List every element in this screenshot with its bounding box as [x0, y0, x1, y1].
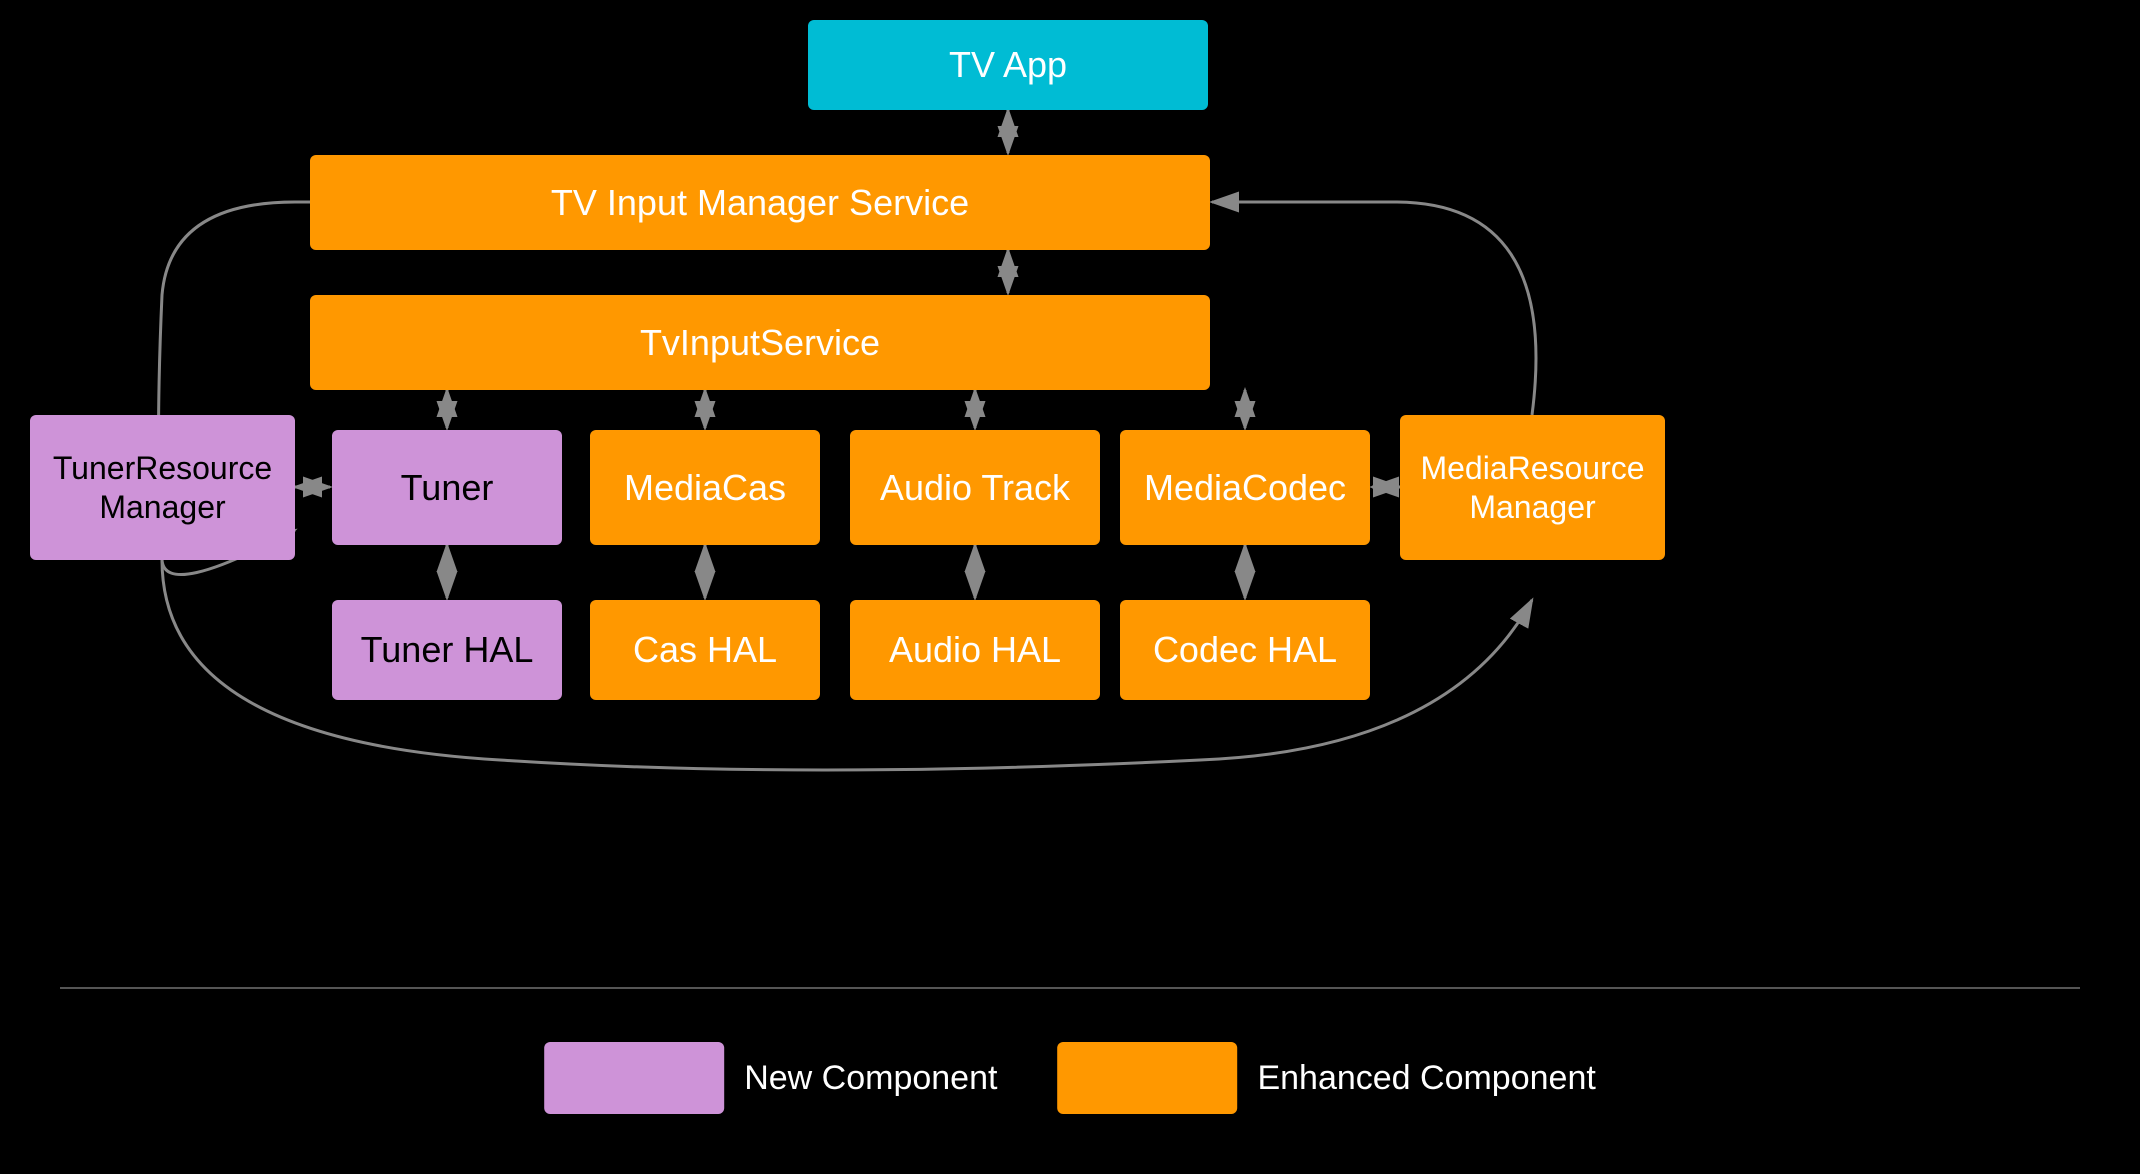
diagram-container: TV App TV Input Manager Service TvInputS… — [0, 0, 2140, 1174]
media-codec-box: MediaCodec — [1120, 430, 1370, 545]
audio-hal-box: Audio HAL — [850, 600, 1100, 700]
codec-hal-box: Codec HAL — [1120, 600, 1370, 700]
tv-input-service-box: TvInputService — [310, 295, 1210, 390]
tuner-resource-manager-box: TunerResourceManager — [30, 415, 295, 560]
legend-enhanced-component-box — [1057, 1042, 1237, 1114]
tuner-box: Tuner — [332, 430, 562, 545]
tuner-hal-box: Tuner HAL — [332, 600, 562, 700]
tv-app-box: TV App — [808, 20, 1208, 110]
divider-line — [60, 987, 2080, 989]
audio-track-box: Audio Track — [850, 430, 1100, 545]
tv-input-manager-box: TV Input Manager Service — [310, 155, 1210, 250]
legend-area: New Component Enhanced Component — [544, 1042, 1596, 1114]
legend-enhanced-component: Enhanced Component — [1057, 1042, 1595, 1114]
cas-hal-box: Cas HAL — [590, 600, 820, 700]
legend-new-component-label: New Component — [744, 1059, 997, 1098]
legend-new-component-box — [544, 1042, 724, 1114]
media-cas-box: MediaCas — [590, 430, 820, 545]
legend-new-component: New Component — [544, 1042, 997, 1114]
legend-enhanced-component-label: Enhanced Component — [1257, 1059, 1595, 1098]
media-resource-manager-box: MediaResourceManager — [1400, 415, 1665, 560]
